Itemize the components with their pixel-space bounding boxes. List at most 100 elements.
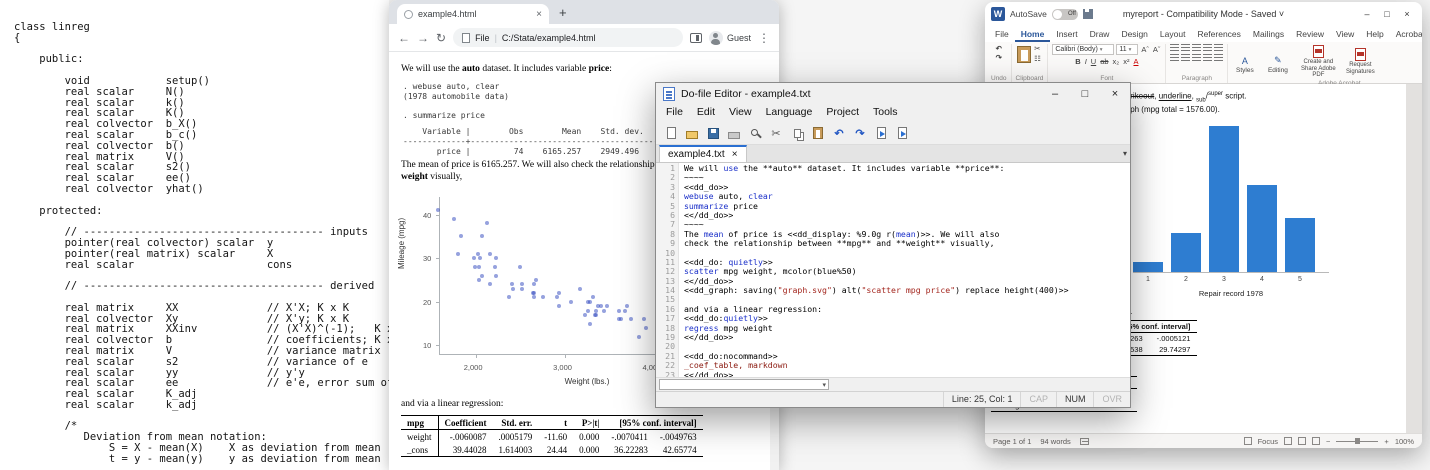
line-spacing-icon[interactable] [1214, 54, 1223, 61]
align-left-icon[interactable] [1170, 54, 1179, 61]
grow-font-icon[interactable]: Aˆ [1140, 45, 1150, 54]
focus-icon[interactable] [1244, 437, 1252, 445]
word-count[interactable]: 94 words [1040, 437, 1070, 446]
word-close-button[interactable]: × [1398, 9, 1416, 19]
ribbon-tab-mailings[interactable]: Mailings [1247, 26, 1290, 42]
close-button[interactable]: × [1100, 83, 1130, 105]
dofile-editor-area[interactable]: 1234567891011121314151617181920212223 We… [656, 163, 1130, 377]
menu-view[interactable]: View [722, 105, 759, 122]
read-mode-icon[interactable] [1284, 437, 1292, 445]
zoom-slider-thumb[interactable] [1355, 438, 1360, 444]
tab-list-chevron-icon[interactable]: ▾ [1123, 149, 1127, 158]
new-file-icon[interactable] [663, 125, 679, 141]
ribbon-tab-acrobat[interactable]: Acrobat [1390, 26, 1422, 42]
find-icon[interactable] [747, 125, 763, 141]
strikethrough-icon[interactable]: ab [1099, 57, 1109, 66]
ribbon-tab-design[interactable]: Design [1115, 26, 1153, 42]
autosave-toggle[interactable]: Off [1052, 9, 1078, 20]
menu-language[interactable]: Language [759, 105, 820, 122]
word-maximize-button[interactable]: □ [1378, 9, 1396, 19]
ribbon-tab-insert[interactable]: Insert [1050, 26, 1083, 42]
ribbon-tab-draw[interactable]: Draw [1084, 26, 1116, 42]
minimize-button[interactable]: – [1040, 83, 1070, 105]
redo-icon[interactable]: ↷ [852, 125, 868, 141]
profile-chip[interactable]: Guest [709, 31, 751, 45]
superscript-icon[interactable]: x² [1122, 57, 1130, 66]
address-bar[interactable]: File | C:/Stata/example4.html [453, 28, 683, 47]
sidebar-icon[interactable] [690, 33, 702, 43]
redo-icon[interactable]: ↷ [995, 53, 1003, 62]
browser-menu-icon[interactable]: ⋮ [758, 32, 770, 44]
do-icon[interactable] [894, 125, 910, 141]
font-size-select[interactable]: 11▾ [1116, 44, 1138, 55]
ribbon-tab-review[interactable]: Review [1290, 26, 1330, 42]
font-name-select[interactable]: Calibri (Body)▾ [1052, 44, 1114, 55]
save-icon[interactable] [705, 125, 721, 141]
word-minimize-button[interactable]: – [1358, 9, 1376, 19]
underline-icon[interactable]: U [1090, 57, 1097, 66]
proofing-icon[interactable] [1080, 438, 1089, 445]
numbering-icon[interactable] [1181, 44, 1190, 51]
open-file-icon[interactable] [684, 125, 700, 141]
page-indicator[interactable]: Page 1 of 1 [993, 437, 1031, 446]
increase-indent-icon[interactable] [1214, 44, 1223, 51]
request-signatures-button[interactable]: Request Signatures [1340, 47, 1380, 75]
justify-icon[interactable] [1203, 54, 1212, 61]
zoom-in-icon[interactable]: + [1384, 437, 1388, 446]
new-tab-button[interactable]: + [559, 5, 567, 20]
styles-button[interactable]: A Styles [1228, 44, 1261, 83]
ribbon-tab-home[interactable]: Home [1015, 26, 1051, 42]
ribbon-tab-help[interactable]: Help [1360, 26, 1389, 42]
code-line: <</dd_do>> [684, 211, 1130, 220]
zoom-out-icon[interactable]: − [1326, 437, 1330, 446]
menu-file[interactable]: File [659, 105, 690, 122]
forward-icon[interactable]: → [417, 32, 429, 44]
ribbon-tab-references[interactable]: References [1191, 26, 1246, 42]
bold-icon[interactable]: B [1074, 57, 1081, 66]
subscript-icon[interactable]: x₂ [1112, 57, 1121, 66]
print-layout-icon[interactable] [1298, 437, 1306, 445]
zoom-level[interactable]: 100% [1395, 437, 1414, 446]
web-layout-icon[interactable] [1312, 437, 1320, 445]
shrink-font-icon[interactable]: Aˇ [1152, 45, 1162, 54]
create-pdf-button[interactable]: Create and Share Adobe PDF [1298, 44, 1338, 79]
dofile-tab-close-icon[interactable]: × [732, 149, 738, 160]
menu-tools[interactable]: Tools [866, 105, 905, 122]
cut-icon[interactable]: ✂ [768, 125, 784, 141]
menu-edit[interactable]: Edit [690, 105, 722, 122]
focus-label[interactable]: Focus [1258, 437, 1278, 446]
copy-icon[interactable] [789, 125, 805, 141]
undo-icon[interactable]: ↶ [995, 44, 1003, 53]
zoom-slider[interactable] [1336, 441, 1378, 442]
run-icon[interactable] [873, 125, 889, 141]
multilevel-list-icon[interactable] [1192, 44, 1201, 51]
dofile-titlebar[interactable]: Do-file Editor - example4.txt – □ × [656, 83, 1130, 105]
editing-button[interactable]: ✎ Editing [1261, 44, 1294, 83]
ribbon-tab-view[interactable]: View [1330, 26, 1360, 42]
back-icon[interactable]: ← [398, 32, 410, 44]
undo-icon[interactable]: ↶ [831, 125, 847, 141]
browser-tab[interactable]: example4.html × [397, 4, 549, 24]
code-lines[interactable]: We will use the **auto** dataset. It inc… [679, 163, 1130, 377]
dofile-tab[interactable]: example4.txt × [659, 145, 747, 162]
quick-save-icon[interactable] [1083, 9, 1093, 19]
copy-icon[interactable]: ☷ [1033, 54, 1042, 63]
menu-project[interactable]: Project [819, 105, 866, 122]
bullets-icon[interactable] [1170, 44, 1179, 51]
ribbon-tab-file[interactable]: File [989, 26, 1015, 42]
align-center-icon[interactable] [1181, 54, 1190, 61]
paste-icon[interactable] [810, 125, 826, 141]
navigation-combo[interactable]: ▾ [659, 379, 829, 390]
align-right-icon[interactable] [1192, 54, 1201, 61]
ribbon-tab-layout[interactable]: Layout [1154, 26, 1192, 42]
paste-button[interactable] [1017, 46, 1031, 63]
maximize-button[interactable]: □ [1070, 83, 1100, 105]
cut-icon[interactable]: ✂ [1033, 44, 1042, 53]
reload-icon[interactable]: ↻ [436, 32, 446, 44]
italic-icon[interactable]: I [1084, 57, 1088, 66]
decrease-indent-icon[interactable] [1203, 44, 1212, 51]
tab-close-icon[interactable]: × [536, 9, 542, 20]
font-color-icon[interactable]: A [1132, 57, 1139, 66]
word-titlebar[interactable]: W AutoSave Off myreport - Compatibility … [985, 2, 1422, 26]
print-icon[interactable] [726, 125, 742, 141]
